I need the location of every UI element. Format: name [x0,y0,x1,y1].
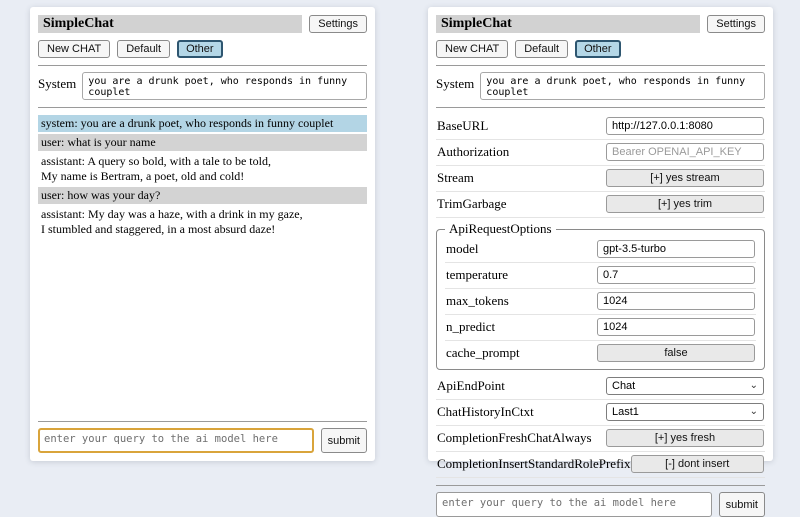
completion-insert-role-prefix-toggle-button[interactable]: [-] dont insert [631,455,764,473]
setting-row-baseurl: BaseURL [436,114,765,140]
session-tab-default[interactable]: Default [117,40,170,58]
header: SimpleChat Settings [38,15,367,33]
settings-button[interactable]: Settings [707,15,765,33]
setting-row-n-predict: n_predict [445,315,756,341]
setting-row-authorization: Authorization [436,140,765,166]
header: SimpleChat Settings [436,15,765,33]
chat-history-selected-value: Last1 [612,406,639,418]
setting-row-stream: Stream [+] yes stream [436,166,765,192]
chevron-down-icon: ⌄ [750,381,758,391]
query-row: submit [38,428,367,453]
stream-label: Stream [437,170,474,186]
system-prompt-input[interactable]: you are a drunk poet, who responds in fu… [480,72,765,100]
trimgarbage-toggle-button[interactable]: [+] yes trim [606,195,764,213]
settings-view-panel: SimpleChat Settings New CHAT Default Oth… [428,7,773,461]
completion-fresh-chat-toggle-button[interactable]: [+] yes fresh [606,429,764,447]
trimgarbage-label: TrimGarbage [437,196,507,212]
chat-message-user-1: user: what is your name [38,134,367,151]
settings-button[interactable]: Settings [309,15,367,33]
system-label: System [38,72,76,92]
api-request-options-legend: ApiRequestOptions [445,221,556,237]
session-tab-other[interactable]: Other [575,40,621,58]
temperature-input[interactable] [597,266,755,284]
divider [436,107,765,108]
cache-prompt-label: cache_prompt [446,345,520,361]
n-predict-input[interactable] [597,318,755,336]
session-tab-other[interactable]: Other [177,40,223,58]
system-prompt-input[interactable]: you are a drunk poet, who responds in fu… [82,72,367,100]
submit-button[interactable]: submit [719,492,765,517]
divider [38,107,367,108]
new-chat-button[interactable]: New CHAT [436,40,508,58]
session-toolbar: New CHAT Default Other [436,40,765,58]
model-input[interactable] [597,240,755,258]
app-title: SimpleChat [436,15,700,33]
chat-message-assistant-2: assistant: My day was a haze, with a dri… [38,206,367,238]
app-title: SimpleChat [38,15,302,33]
stream-toggle-button[interactable]: [+] yes stream [606,169,764,187]
api-endpoint-selected-value: Chat [612,380,635,392]
divider [38,65,367,66]
temperature-label: temperature [446,267,508,283]
baseurl-input[interactable] [606,117,764,135]
setting-row-model: model [445,237,756,263]
page: SimpleChat Settings New CHAT Default Oth… [0,0,800,480]
query-input[interactable] [38,428,314,453]
query-input[interactable] [436,492,712,517]
system-prompt-row: System you are a drunk poet, who respond… [38,72,367,100]
chat-message-list: system: you are a drunk poet, who respon… [38,115,367,240]
setting-row-max-tokens: max_tokens [445,289,756,315]
chat-message-assistant-1: assistant: A query so bold, with a tale … [38,153,367,185]
setting-row-trimgarbage: TrimGarbage [+] yes trim [436,192,765,218]
divider [38,421,367,422]
setting-row-chat-history-in-ctxt: ChatHistoryInCtxt Last1 ⌄ [436,400,765,426]
baseurl-label: BaseURL [437,118,488,134]
query-row: submit [436,492,765,517]
n-predict-label: n_predict [446,319,495,335]
model-label: model [446,241,479,257]
max-tokens-input[interactable] [597,292,755,310]
max-tokens-label: max_tokens [446,293,509,309]
system-label: System [436,72,474,92]
session-tab-default[interactable]: Default [515,40,568,58]
divider [436,65,765,66]
chat-history-in-ctxt-select[interactable]: Last1 ⌄ [606,403,764,421]
authorization-label: Authorization [437,144,509,160]
new-chat-button[interactable]: New CHAT [38,40,110,58]
chat-message-system: system: you are a drunk poet, who respon… [38,115,367,132]
chat-message-user-2: user: how was your day? [38,187,367,204]
setting-row-completion-insert-standard-role-prefix: CompletionInsertStandardRolePrefix [-] d… [436,452,765,478]
submit-button[interactable]: submit [321,428,367,453]
setting-row-temperature: temperature [445,263,756,289]
cache-prompt-toggle-button[interactable]: false [597,344,755,362]
session-toolbar: New CHAT Default Other [38,40,367,58]
api-endpoint-select[interactable]: Chat ⌄ [606,377,764,395]
system-prompt-row: System you are a drunk poet, who respond… [436,72,765,100]
api-request-options-fieldset: ApiRequestOptions model temperature max_… [436,221,765,370]
setting-row-api-endpoint: ApiEndPoint Chat ⌄ [436,374,765,400]
completion-fresh-chat-always-label: CompletionFreshChatAlways [437,430,592,446]
api-endpoint-label: ApiEndPoint [437,378,505,394]
chevron-down-icon: ⌄ [750,407,758,417]
completion-insert-standard-role-prefix-label: CompletionInsertStandardRolePrefix [437,456,631,472]
chat-history-in-ctxt-label: ChatHistoryInCtxt [437,404,534,420]
authorization-input[interactable] [606,143,764,161]
setting-row-completion-fresh-chat-always: CompletionFreshChatAlways [+] yes fresh [436,426,765,452]
chat-view-panel: SimpleChat Settings New CHAT Default Oth… [30,7,375,461]
setting-row-cache-prompt: cache_prompt false [445,341,756,366]
divider [436,485,765,486]
